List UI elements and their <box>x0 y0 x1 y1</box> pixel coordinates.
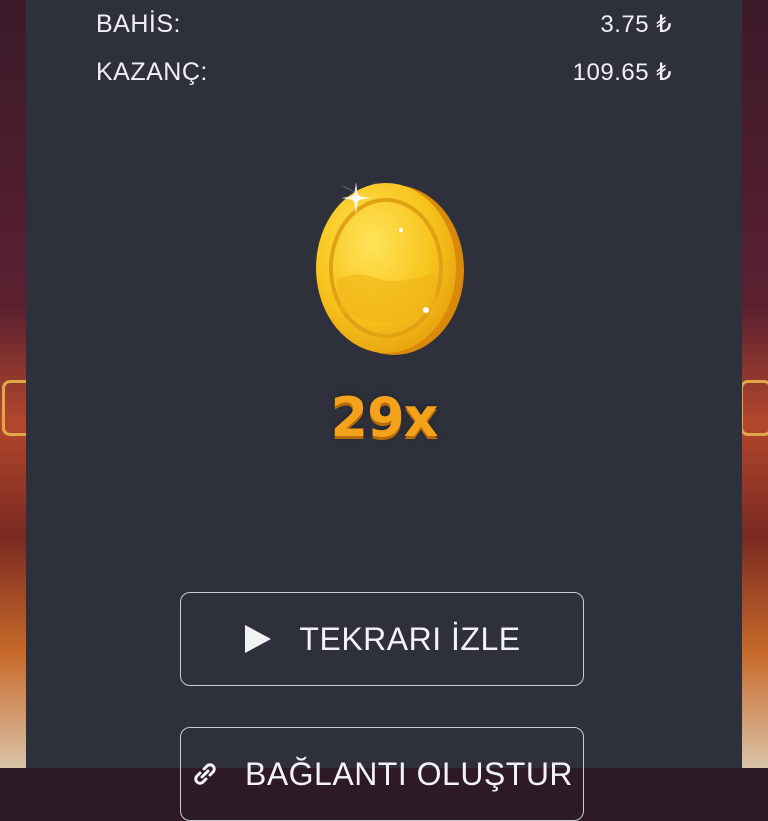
bet-label: BAHİS: <box>96 9 181 38</box>
win-result-panel: BAHİS: 3.75 ₺ KAZANÇ: 109.65 ₺ 29x TEKRA… <box>26 0 742 821</box>
win-row: KAZANÇ: 109.65 ₺ <box>96 56 672 88</box>
win-amount: 109.65 ₺ <box>572 58 672 86</box>
bet-row: BAHİS: 3.75 ₺ <box>96 8 672 40</box>
multiplier-value: 29x <box>330 386 439 449</box>
win-label: KAZANÇ: <box>96 57 208 86</box>
bet-amount: 3.75 ₺ <box>600 10 672 38</box>
game-background-right <box>738 0 768 768</box>
watch-replay-button[interactable]: TEKRARI İZLE <box>180 592 584 686</box>
gold-coin-icon <box>296 160 476 360</box>
link-icon <box>191 760 219 788</box>
create-link-button[interactable]: BAĞLANTI OLUŞTUR <box>180 727 584 821</box>
decor-frame <box>740 380 768 436</box>
watch-replay-label: TEKRARI İZLE <box>299 620 521 657</box>
play-icon <box>243 623 273 655</box>
create-link-label: BAĞLANTI OLUŞTUR <box>244 755 574 792</box>
